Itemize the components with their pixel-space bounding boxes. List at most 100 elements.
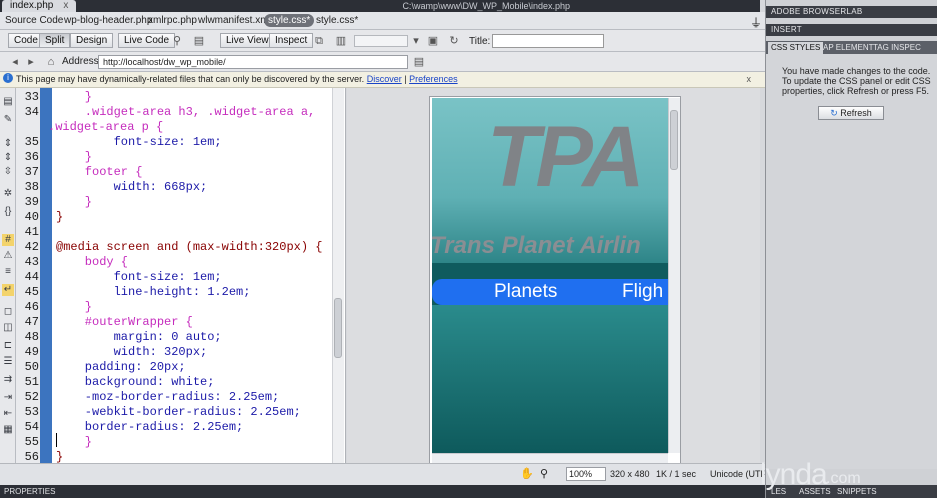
code-line: .widget-area p { — [48, 120, 164, 134]
code-editor[interactable]: 33 34 35 36 37 38 39 40 41 42 43 44 45 4… — [16, 88, 346, 463]
live-code-button[interactable]: Live Code — [118, 33, 176, 48]
browser-dropdown[interactable] — [354, 35, 408, 47]
line-numbers-icon[interactable]: # — [2, 234, 14, 246]
home-icon[interactable]: ⌂ — [44, 56, 58, 68]
code-line: width: 668px; — [56, 180, 208, 194]
code-line: } — [56, 300, 93, 314]
syntax-coloring-icon[interactable]: ≡ — [2, 266, 14, 278]
code-line: -moz-border-radius: 2.25em; — [56, 390, 280, 404]
line-number-gutter: 33 34 35 36 37 38 39 40 41 42 43 44 45 4… — [16, 88, 52, 463]
code-line: } — [56, 195, 93, 209]
title-input[interactable] — [492, 34, 604, 48]
code-line: @media screen and (max-width:320px) { — [56, 240, 323, 254]
multiscreen-icon[interactable]: ⧉ — [312, 35, 326, 47]
preferences-link[interactable]: Preferences — [409, 74, 458, 84]
info-message: This page may have dynamically-related f… — [16, 72, 458, 87]
refresh-button-label: Refresh — [840, 108, 872, 118]
panel-column: ADOBE BROWSERLAB INSERT CSS STYLES AP EL… — [765, 0, 937, 498]
hand-tool-icon[interactable]: ✋ — [520, 467, 534, 480]
chevron-down-icon[interactable]: ▾ — [409, 35, 423, 47]
collapse-tag-icon[interactable]: ⇕ — [2, 138, 14, 150]
line-number: 49 — [24, 345, 39, 359]
open-documents-icon[interactable]: ▤ — [2, 96, 14, 108]
file-compare-icon[interactable]: ▤ — [192, 35, 206, 47]
select-parent-tag-icon[interactable]: ✲ — [2, 188, 14, 200]
live-view-button[interactable]: Live View — [220, 33, 275, 48]
zoom-select[interactable]: 100% — [566, 467, 606, 481]
related-file-xmlrpc[interactable]: xmlrpc.php — [148, 15, 197, 26]
code-line: #outerWrapper { — [56, 315, 193, 329]
close-icon[interactable]: x — [747, 72, 752, 87]
move-css-icon[interactable]: ⇉ — [2, 374, 14, 386]
nav-item-planets[interactable]: Planets — [494, 281, 557, 303]
visual-aids-icon[interactable]: ▣ — [426, 35, 440, 47]
format-source-icon[interactable]: ▦ — [2, 424, 14, 436]
related-file-wp-blog-header[interactable]: wp-blog-header.php — [64, 15, 152, 26]
line-number: 34 — [24, 105, 39, 119]
remove-comment-icon[interactable]: ◫ — [2, 322, 14, 334]
split-view-button[interactable]: Split — [39, 33, 71, 48]
browserlab-panel-header[interactable]: ADOBE BROWSERLAB — [766, 6, 937, 18]
site-preview[interactable]: TPA Trans Planet Airlin Planets Fligh — [432, 98, 668, 453]
word-wrap-icon[interactable]: ↵ — [2, 284, 14, 296]
watermark-domain: .com — [826, 470, 861, 487]
line-number: 48 — [24, 330, 39, 344]
info-message-text: This page may have dynamically-related f… — [16, 74, 365, 84]
line-number: 54 — [24, 420, 39, 434]
inspect-button[interactable]: Inspect — [269, 33, 314, 48]
properties-bar[interactable]: PROPERTIES — [0, 485, 765, 498]
line-number: 40 — [24, 210, 39, 224]
document-tab[interactable]: index.php x — [2, 0, 77, 12]
line-number: 55 — [24, 435, 39, 449]
inspect-element-icon[interactable]: ⚲ — [170, 35, 184, 47]
tab-css-styles[interactable]: CSS STYLES — [768, 42, 824, 54]
outdent-code-icon[interactable]: ⇤ — [2, 408, 14, 420]
zoom-tool-icon[interactable]: ⚲ — [540, 467, 548, 480]
recent-snippets-icon[interactable]: ☰ — [2, 356, 14, 368]
code-line: line-height: 1.2em; — [56, 285, 251, 299]
nav-item-flights[interactable]: Fligh — [622, 281, 663, 303]
related-file-style-css-active[interactable]: style.css* — [264, 14, 315, 27]
info-separator: | — [404, 74, 407, 84]
expand-all-icon[interactable]: ⇳ — [2, 166, 14, 178]
wrap-tag-icon[interactable]: ⊏ — [2, 340, 14, 352]
window-size[interactable]: 320 x 480 — [610, 469, 650, 479]
line-number: 41 — [24, 225, 39, 239]
code-line: body { — [56, 255, 129, 269]
related-file-wlwmanifest[interactable]: wlwmanifest.xml — [198, 15, 271, 26]
indent-code-icon[interactable]: ⇥ — [2, 392, 14, 404]
filter-icon[interactable]: ⏚ — [750, 14, 762, 31]
preview-scrollbar-thumb[interactable] — [670, 110, 678, 170]
line-number: 56 — [24, 450, 39, 463]
forward-icon[interactable]: ▸ — [24, 56, 38, 68]
balance-braces-icon[interactable]: {} — [2, 206, 14, 218]
address-input[interactable]: http://localhost/dw_wp_mobile/ — [98, 55, 408, 69]
related-file-style-css[interactable]: style.css* — [316, 15, 358, 26]
design-view-button[interactable]: Design — [70, 33, 114, 48]
related-files-bar: Source Code wp-blog-header.php xmlrpc.ph… — [0, 12, 765, 30]
close-icon[interactable]: x — [63, 0, 68, 11]
refresh-button[interactable]: ↻ Refresh — [818, 106, 884, 120]
related-file-source-code[interactable]: Source Code — [5, 15, 63, 26]
css-refresh-message: You have made changes to the code. To up… — [782, 66, 931, 96]
refresh-icon[interactable]: ↻ — [447, 35, 461, 47]
site-nav: Planets Fligh — [432, 279, 668, 305]
tab-ap-elements[interactable]: AP ELEMENT — [820, 42, 877, 54]
code-scrollbar[interactable] — [332, 88, 344, 463]
document-tab-bar: index.php x C:\wamp\www\DW_WP_Mobile\inde… — [0, 0, 760, 12]
refresh-icon: ↻ — [830, 108, 841, 118]
live-view-options-icon[interactable]: ▤ — [412, 56, 426, 68]
css-panel-tabs: CSS STYLES AP ELEMENT TAG INSPEC — [766, 41, 937, 54]
highlight-invalid-icon[interactable]: ⚠ — [2, 250, 14, 262]
insert-panel-header[interactable]: INSERT — [766, 24, 937, 36]
browser-preview-icon[interactable]: ▥ — [334, 35, 348, 47]
back-icon[interactable]: ◂ — [8, 56, 22, 68]
tab-tag-inspector[interactable]: TAG INSPEC — [870, 42, 924, 54]
discover-link[interactable]: Discover — [367, 74, 402, 84]
apply-comment-icon[interactable]: ◻ — [2, 306, 14, 318]
code-line: border-radius: 2.25em; — [56, 420, 244, 434]
code-scrollbar-thumb[interactable] — [334, 298, 342, 358]
show-code-navigator-icon[interactable]: ✎ — [2, 114, 14, 126]
line-number: 37 — [24, 165, 39, 179]
collapse-selection-icon[interactable]: ⇕ — [2, 152, 14, 164]
